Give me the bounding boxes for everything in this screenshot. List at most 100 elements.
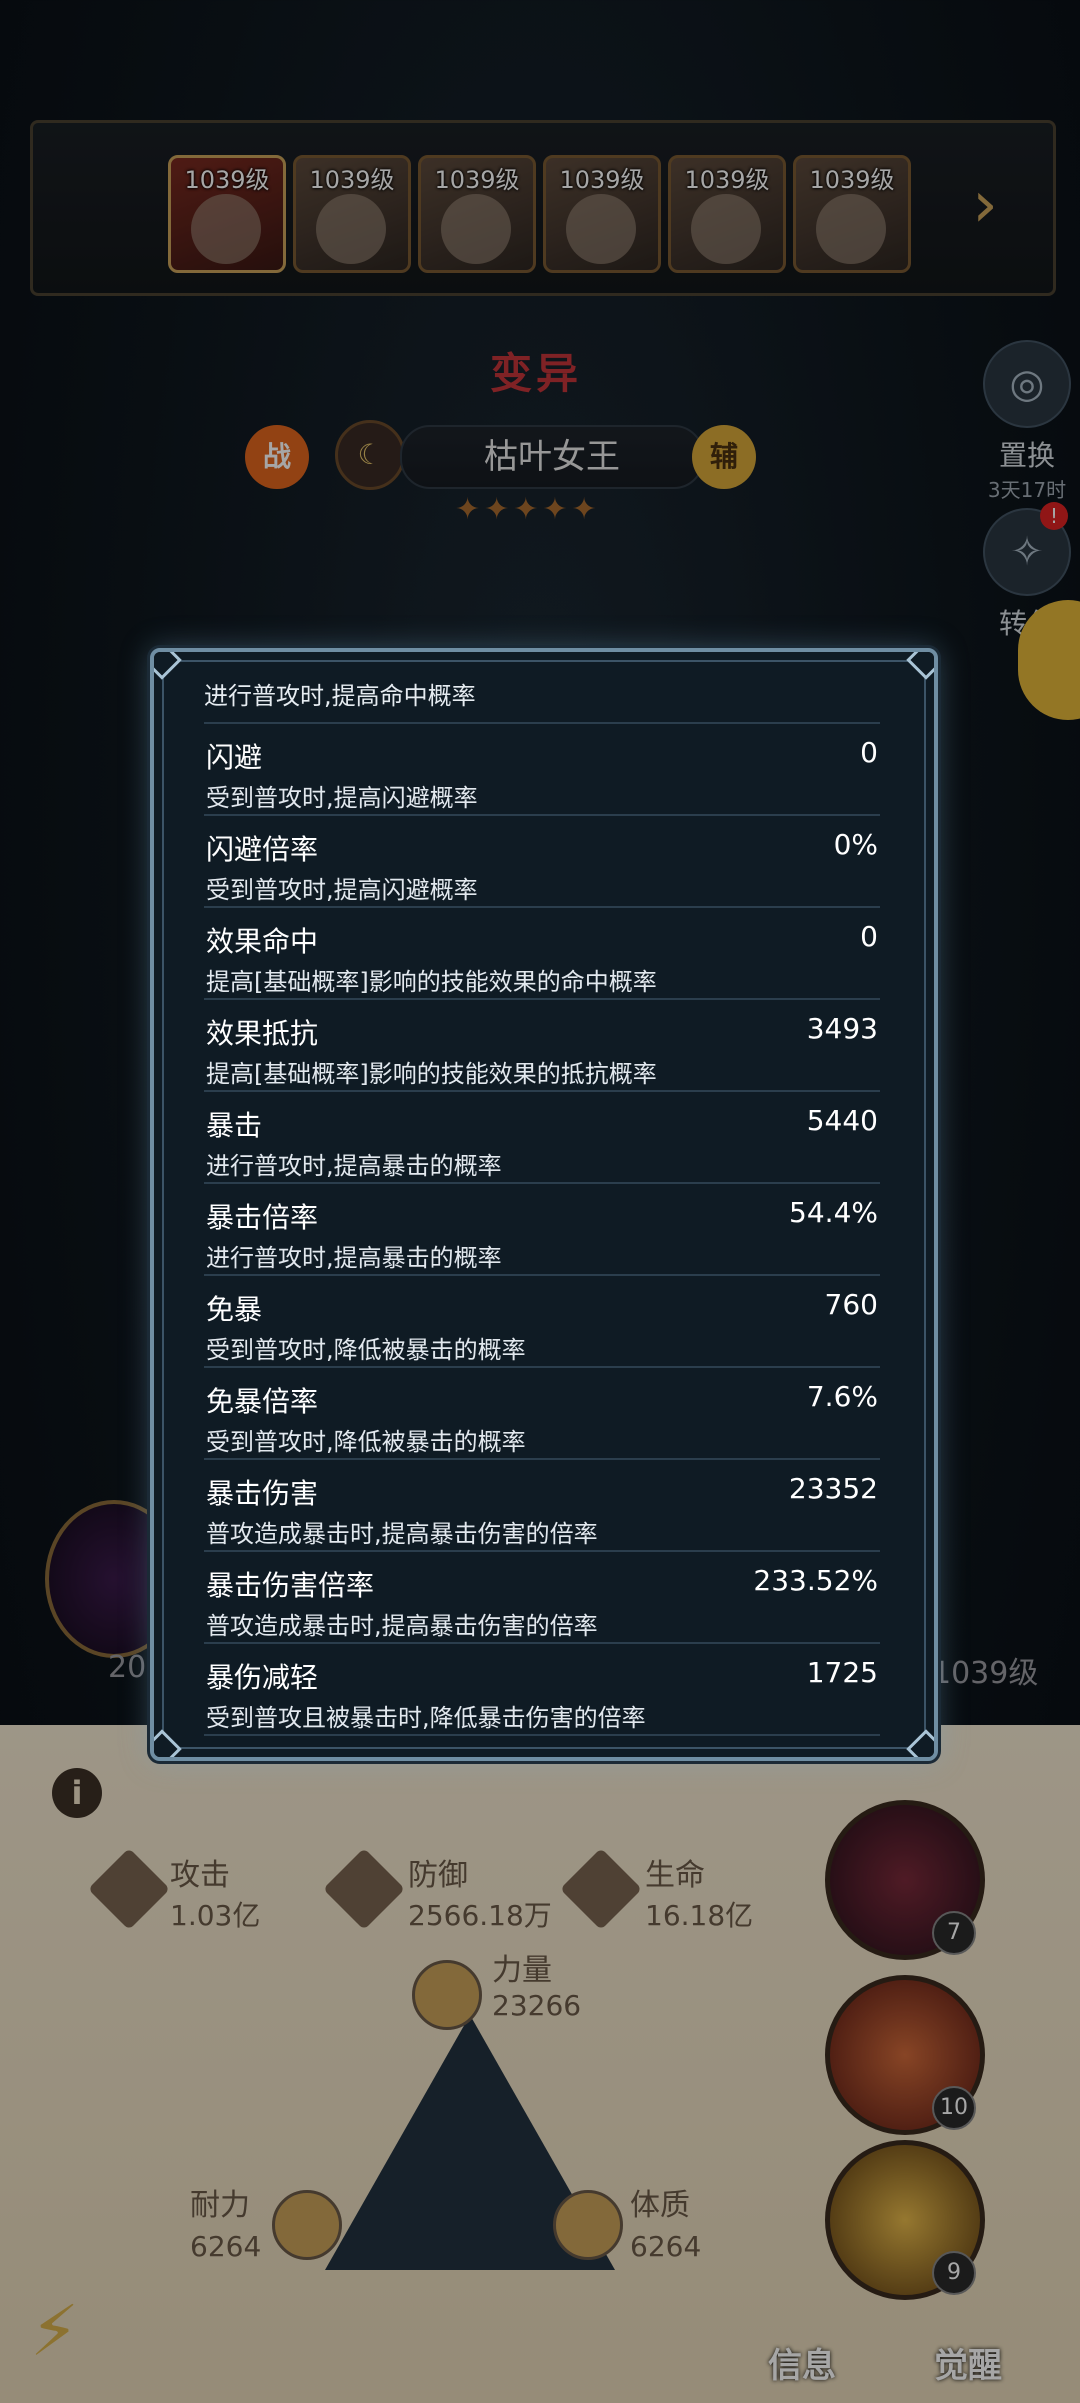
stat-value: 7.6% bbox=[806, 1380, 878, 1413]
info-icon[interactable]: i bbox=[52, 1768, 102, 1818]
stats-detail-popup: 进行普攻时,提高命中概率 闪避 0 受到普攻时,提高闪避概率 闪避倍率 0% 受… bbox=[150, 648, 938, 1761]
stat-title: 效果抵抗 bbox=[206, 1017, 319, 1050]
lightning-icon[interactable]: ⚡ bbox=[30, 2290, 130, 2380]
stat-title: 闪避倍率 bbox=[206, 833, 319, 866]
stat-row: 暴击 5440 进行普攻时,提高暴击的概率 bbox=[204, 1092, 880, 1184]
defense-value: 2566.18万 bbox=[408, 1899, 552, 1932]
stat-description: 受到普攻时,提高闪避概率 bbox=[206, 876, 478, 904]
stat-title: 暴击 bbox=[206, 1109, 263, 1142]
hero-portrait bbox=[816, 194, 886, 264]
star-rating: ✦✦✦✦✦ bbox=[455, 492, 601, 527]
hero-slot[interactable]: 1039级 bbox=[168, 155, 286, 273]
constitution-value: 6264 bbox=[630, 2230, 702, 2263]
defense-stat: 防御 2566.18万 bbox=[408, 1850, 552, 1934]
stat-row: 闪避倍率 0% 受到普攻时,提高闪避概率 bbox=[204, 816, 880, 908]
hero-portrait bbox=[691, 194, 761, 264]
strength-stat: 力量 23266 bbox=[492, 1945, 581, 2022]
hero-slot[interactable]: 1039级 bbox=[293, 155, 411, 273]
stat-row: 效果抵抗 3493 提高[基础概率]影响的技能效果的抵抗概率 bbox=[204, 1000, 880, 1092]
hero-level: 1039级 bbox=[684, 166, 770, 194]
endurance-icon bbox=[272, 2190, 342, 2260]
hero-selector-strip: 1039级 1039级 1039级 1039级 1039级 1039级 bbox=[30, 120, 1056, 296]
role-badge: 辅 bbox=[692, 425, 756, 489]
attack-value: 1.03亿 bbox=[170, 1899, 261, 1932]
stat-value: 0 bbox=[860, 736, 878, 769]
stat-title: 暴击倍率 bbox=[206, 1201, 319, 1234]
stat-description: 进行普攻时,提高暴击的概率 bbox=[206, 1152, 502, 1180]
attack-stat: 攻击 1.03亿 bbox=[170, 1850, 260, 1934]
hero-slot[interactable]: 1039级 bbox=[668, 155, 786, 273]
replace-button[interactable]: ◎ 置换 3天17时 bbox=[972, 340, 1080, 503]
constitution-stat: 体质 6264 bbox=[630, 2180, 701, 2263]
stat-title: 免暴 bbox=[206, 1293, 263, 1326]
stat-value: 233.52% bbox=[753, 1564, 878, 1597]
hero-level: 1039级 bbox=[309, 166, 395, 194]
hero-level: 1039级 bbox=[434, 166, 520, 194]
life-value: 16.18亿 bbox=[645, 1899, 754, 1932]
stat-description: 受到普攻且被暴击时,降低暴击伤害的倍率 bbox=[206, 1704, 646, 1732]
stat-value: 23352 bbox=[788, 1472, 878, 1505]
stat-row: 免暴倍率 7.6% 受到普攻时,降低被暴击的概率 bbox=[204, 1368, 880, 1460]
stats-list[interactable]: 进行普攻时,提高命中概率 闪避 0 受到普攻时,提高闪避概率 闪避倍率 0% 受… bbox=[204, 670, 880, 1736]
life-label: 生命 bbox=[645, 1858, 705, 1893]
stat-value: 0% bbox=[833, 828, 878, 861]
corner-ornament bbox=[906, 652, 934, 680]
replace-label: 置换 bbox=[998, 439, 1055, 472]
stat-row: 暴伤减轻 1725 受到普攻且被暴击时,降低暴击伤害的倍率 bbox=[204, 1644, 880, 1736]
hero-portrait bbox=[441, 194, 511, 264]
hero-slot[interactable]: 1039级 bbox=[418, 155, 536, 273]
skill-level: 7 bbox=[932, 1911, 976, 1955]
tab-awaken[interactable]: 觉醒 bbox=[908, 2338, 1028, 2387]
stat-row: 暴击伤害 23352 普攻造成暴击时,提高暴击伤害的倍率 bbox=[204, 1460, 880, 1552]
corner-ornament bbox=[154, 1729, 182, 1757]
stat-description: 进行普攻时,提高暴击的概率 bbox=[206, 1244, 502, 1272]
strength-value: 23266 bbox=[492, 1989, 582, 2022]
stat-description: 提高[基础概率]影响的技能效果的抵抗概率 bbox=[206, 1060, 657, 1088]
stat-row: 闪避 0 受到普攻时,提高闪避概率 bbox=[204, 724, 880, 816]
attack-label: 攻击 bbox=[170, 1858, 230, 1893]
stat-description: 普攻造成暴击时,提高暴击伤害的倍率 bbox=[206, 1520, 598, 1548]
stat-value: 0 bbox=[860, 920, 878, 953]
stat-description: 受到普攻时,降低被暴击的概率 bbox=[206, 1428, 526, 1456]
stat-value: 1725 bbox=[806, 1656, 878, 1689]
stat-row: 免暴 760 受到普攻时,降低被暴击的概率 bbox=[204, 1276, 880, 1368]
stat-description: 普攻造成暴击时,提高暴击伤害的倍率 bbox=[206, 1612, 598, 1640]
endurance-label: 耐力 bbox=[190, 2188, 250, 2223]
constitution-label: 体质 bbox=[630, 2188, 690, 2223]
stat-value: 5440 bbox=[806, 1104, 878, 1137]
hero-level: 1039级 bbox=[809, 166, 895, 194]
skill-slot[interactable]: 9 bbox=[825, 2140, 985, 2300]
hero-portrait bbox=[316, 194, 386, 264]
skill-slot[interactable]: 10 bbox=[825, 1975, 985, 2135]
skill-level: 10 bbox=[932, 2086, 976, 2130]
stat-row: 效果命中 0 提高[基础概率]影响的技能效果的命中概率 bbox=[204, 908, 880, 1000]
stat-value: 3493 bbox=[806, 1012, 878, 1045]
stat-value: 54.4% bbox=[789, 1196, 878, 1229]
hero-slot[interactable]: 1039级 bbox=[543, 155, 661, 273]
life-stat: 生命 16.18亿 bbox=[645, 1850, 753, 1934]
defense-label: 防御 bbox=[408, 1858, 468, 1893]
stat-row: 暴击倍率 54.4% 进行普攻时,提高暴击的概率 bbox=[204, 1184, 880, 1276]
left-number: 20 bbox=[108, 1650, 147, 1685]
constitution-icon bbox=[553, 2190, 623, 2260]
hero-slot[interactable]: 1039级 bbox=[793, 155, 911, 273]
stat-description: 受到普攻时,提高闪避概率 bbox=[206, 784, 478, 812]
next-arrow-icon[interactable]: › bbox=[950, 170, 1020, 240]
skill-slot[interactable]: 7 bbox=[825, 1800, 985, 1960]
strength-label: 力量 bbox=[492, 1953, 552, 1988]
corner-ornament bbox=[154, 652, 182, 680]
endurance-stat: 耐力 6264 bbox=[190, 2180, 261, 2263]
stat-description: 进行普攻时,提高命中概率 bbox=[204, 670, 880, 724]
stat-description: 提高[基础概率]影响的技能效果的命中概率 bbox=[206, 968, 657, 996]
stat-row: 暴击伤害倍率 233.52% 普攻造成暴击时,提高暴击伤害的倍率 bbox=[204, 1552, 880, 1644]
hero-level: 1039级 bbox=[184, 166, 270, 194]
hero-portrait bbox=[191, 194, 261, 264]
endurance-value: 6264 bbox=[190, 2230, 262, 2263]
stat-description: 受到普攻时,降低被暴击的概率 bbox=[206, 1336, 526, 1364]
tab-info[interactable]: 信息 bbox=[742, 2338, 862, 2387]
stat-title: 免暴倍率 bbox=[206, 1385, 319, 1418]
stat-value: 760 bbox=[824, 1288, 878, 1321]
stat-title: 暴击伤害倍率 bbox=[206, 1569, 375, 1602]
hero-level: 1039级 bbox=[559, 166, 645, 194]
stat-title: 效果命中 bbox=[206, 925, 319, 958]
